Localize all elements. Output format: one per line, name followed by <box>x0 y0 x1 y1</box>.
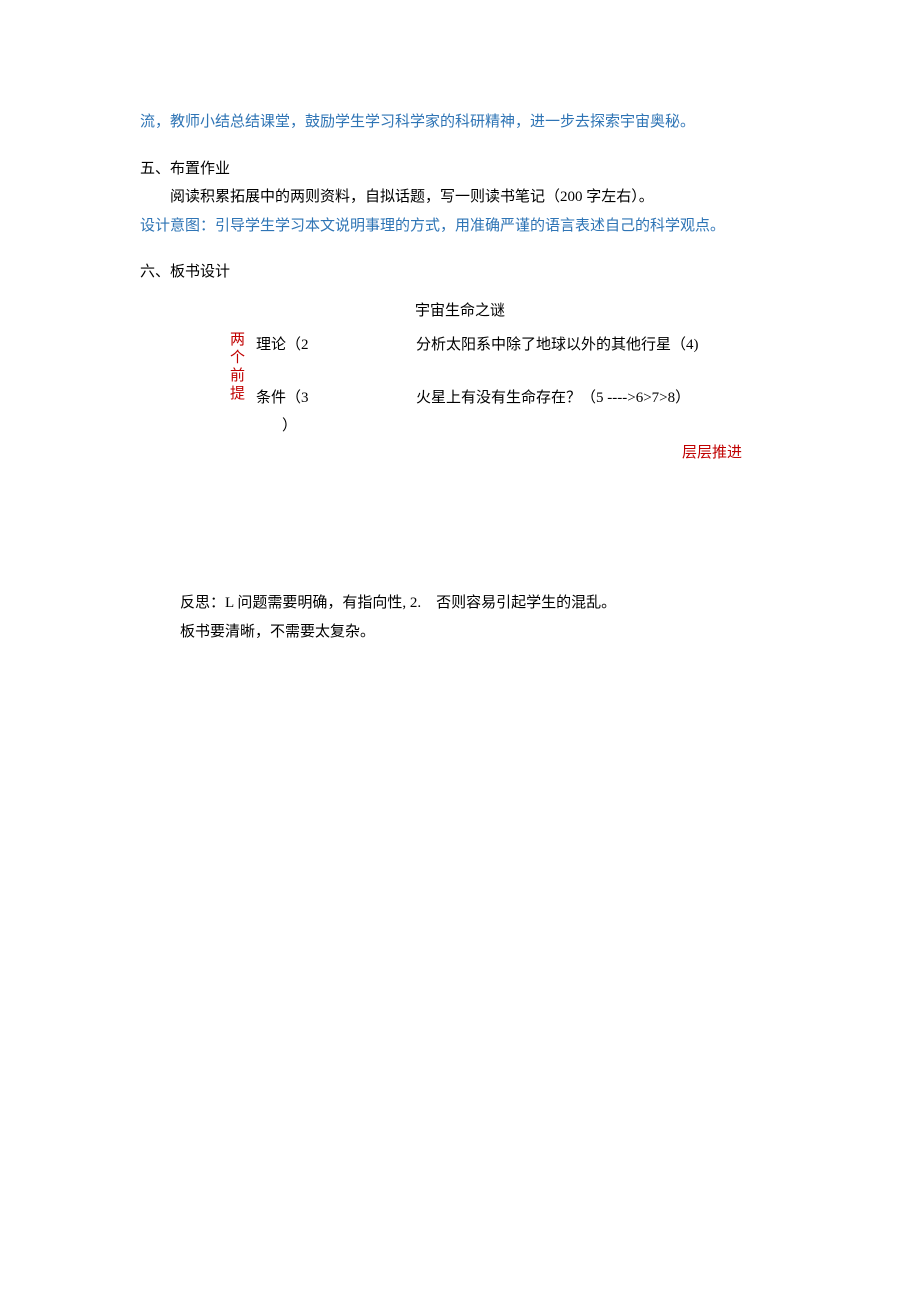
board-row2-right: 火星上有没有生命存在？（5 ---->6>7>8） <box>416 384 690 413</box>
board-title: 宇宙生命之谜 <box>140 297 780 326</box>
board-row-1: 理论（2 分析太阳系中除了地球以外的其他行星（4) <box>256 331 699 360</box>
premise-label: 两个前提 <box>230 331 248 441</box>
reflection-line-2: 板书要清晰，不需要太复杂。 <box>180 618 780 647</box>
homework-body: 阅读积累拓展中的两则资料，自拟话题，写一则读书笔记（200 字左右）。 <box>140 183 780 212</box>
paren-close: ） <box>282 412 699 441</box>
board-row-2: 条件（3 火星上有没有生命存在？（5 ---->6>7>8） <box>256 384 699 413</box>
reflection-line-1: 反思：L 问题需要明确，有指向性, 2. 否则容易引起学生的混乱。 <box>180 589 780 618</box>
board-row1-right: 分析太阳系中除了地球以外的其他行星（4) <box>416 331 699 360</box>
board-row1-left: 理论（2 <box>256 331 316 360</box>
layered-label: 层层推进 <box>140 439 742 468</box>
carryover-text: 流，教师小结总结课堂，鼓励学生学习科学家的科研精神，进一步去探索宇宙奥秘。 <box>140 108 780 137</box>
board-diagram: 两个前提 理论（2 分析太阳系中除了地球以外的其他行星（4) 条件（3 火星上有… <box>230 331 780 441</box>
board-row2-left: 条件（3 <box>256 384 316 413</box>
homework-heading: 五、布置作业 <box>140 155 780 184</box>
reflection-block: 反思：L 问题需要明确，有指向性, 2. 否则容易引起学生的混乱。 板书要清晰，… <box>180 589 780 646</box>
homework-intent: 设计意图：引导学生学习本文说明事理的方式，用准确严谨的语言表述自己的科学观点。 <box>140 212 780 241</box>
board-heading: 六、板书设计 <box>140 258 780 287</box>
